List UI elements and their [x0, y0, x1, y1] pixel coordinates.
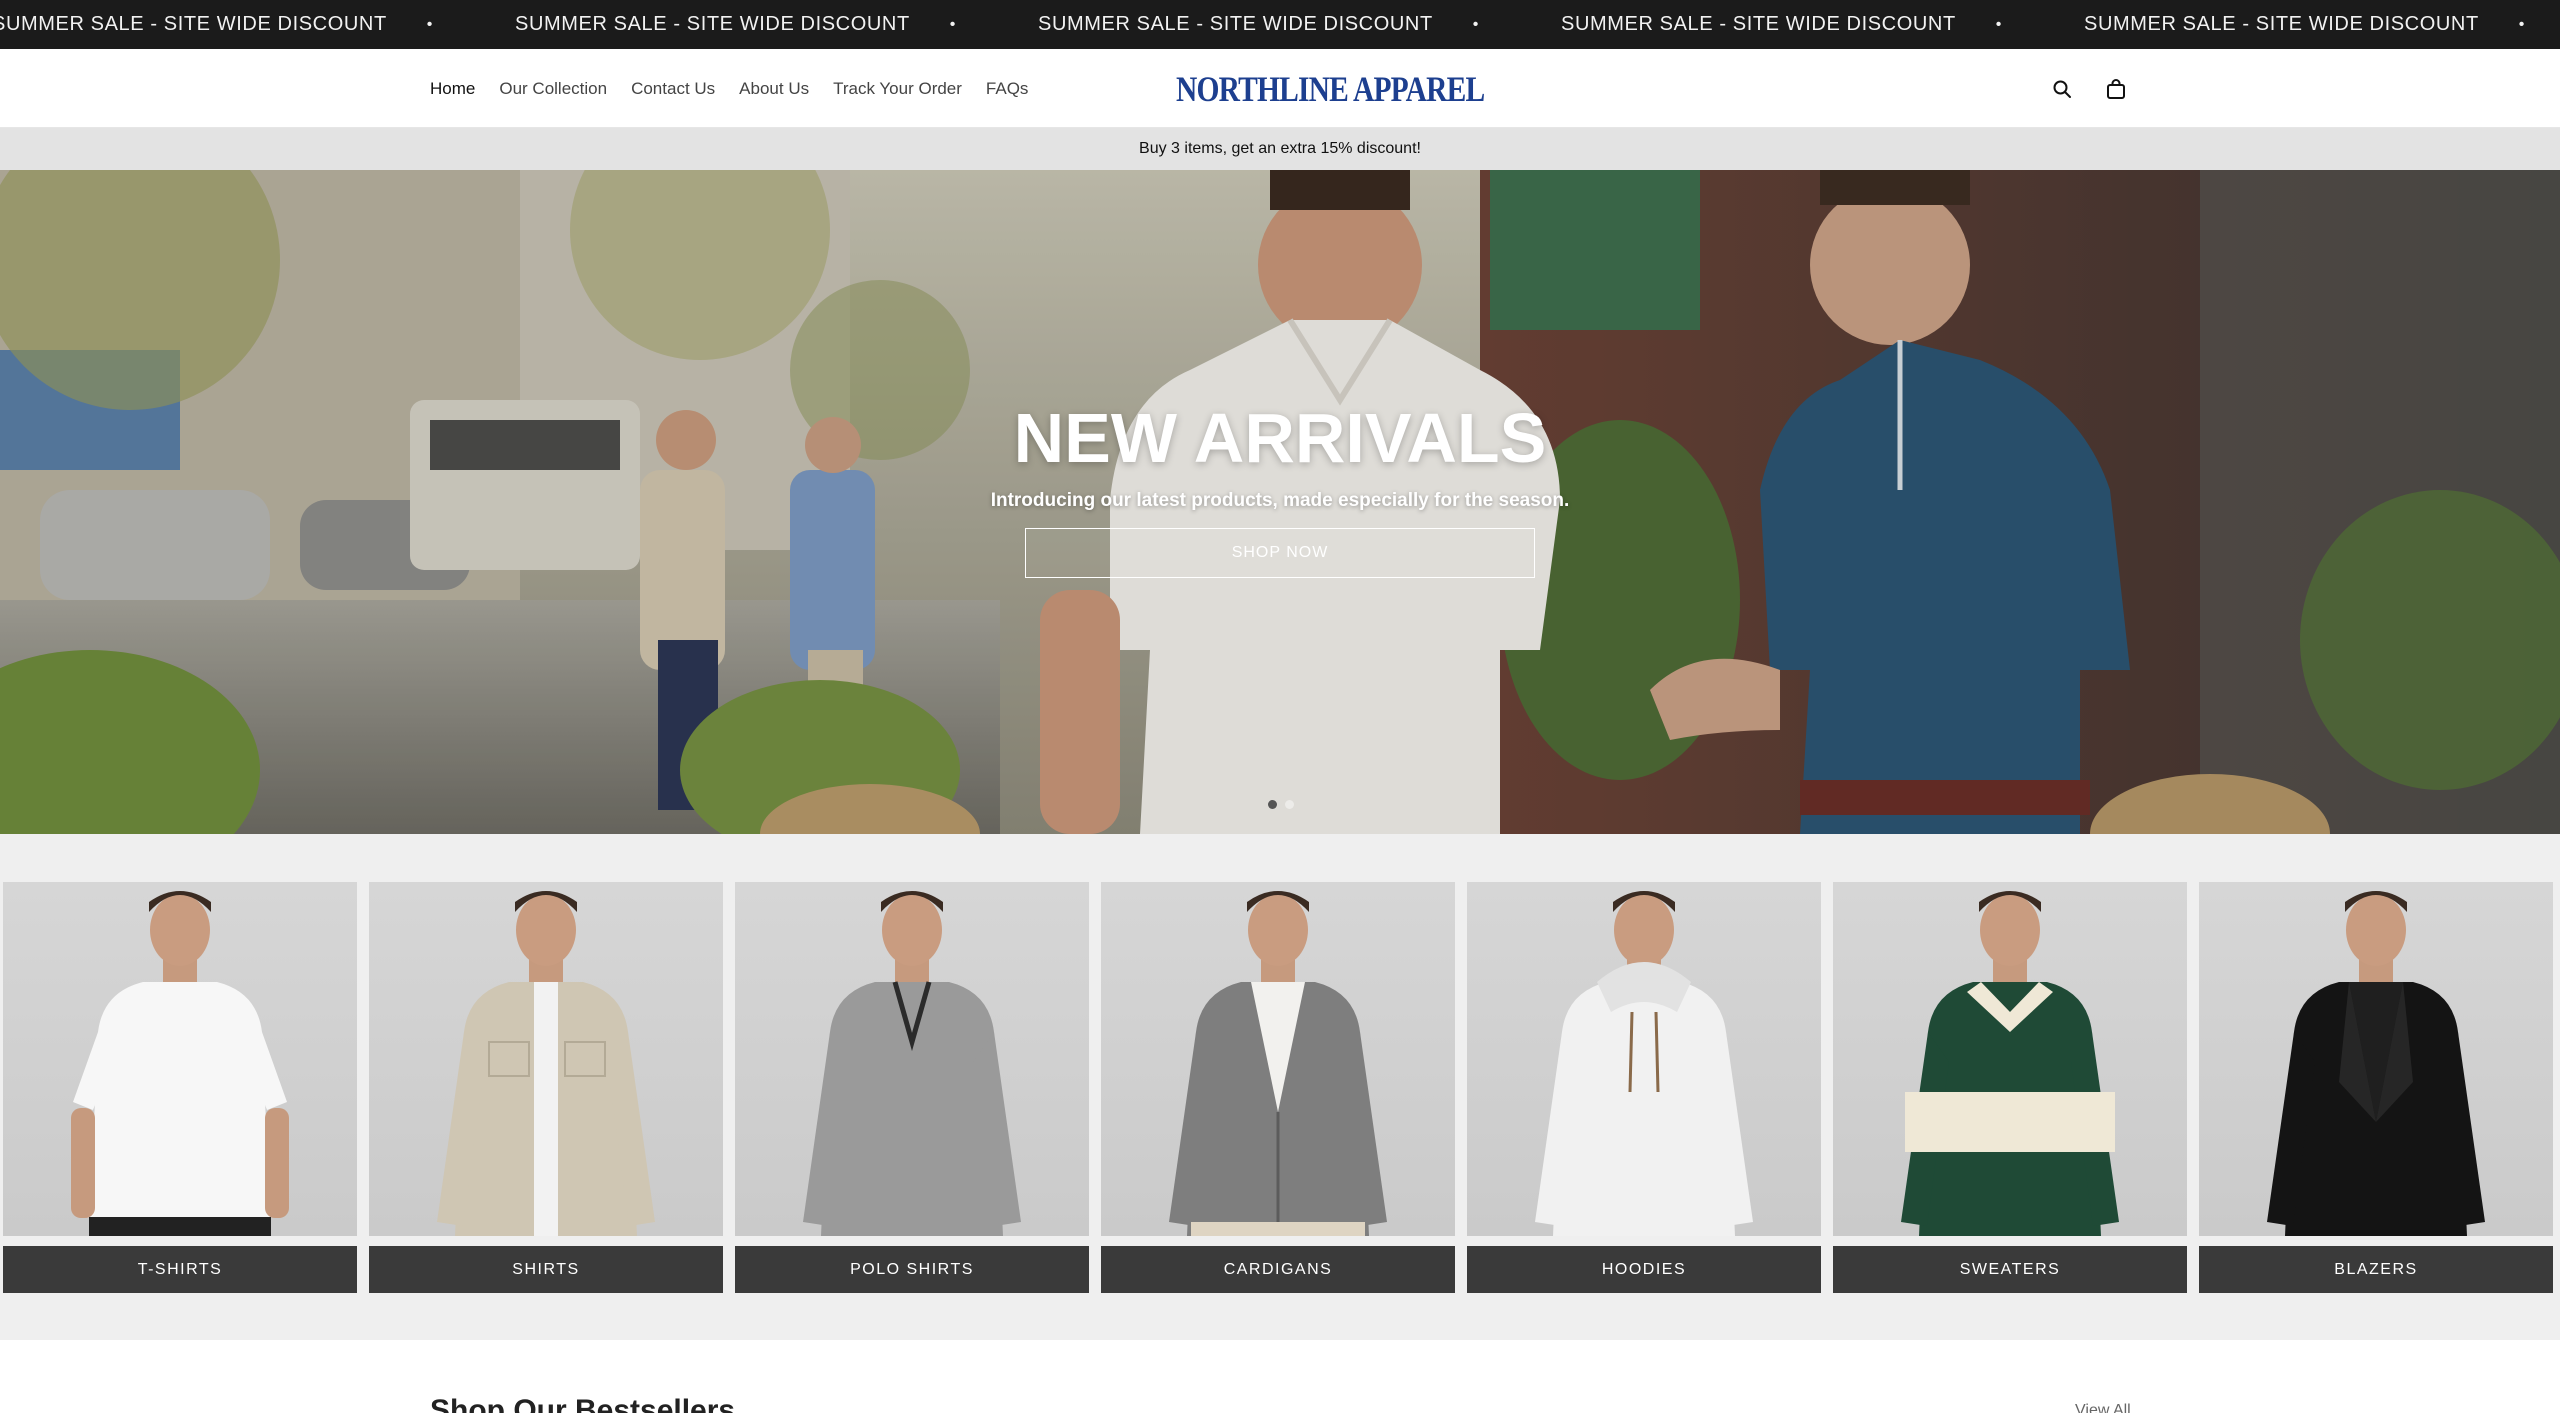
- hero-slide-dot[interactable]: [1268, 800, 1277, 809]
- announcement-separator: •: [2518, 15, 2525, 33]
- category-card-sweaters[interactable]: SWEATERS: [1833, 882, 2187, 1293]
- announcement-text: SUMMER SALE - SITE WIDE DISCOUNT: [1038, 13, 1433, 35]
- nav-link-home[interactable]: Home: [430, 79, 475, 99]
- announcement-text: SUMMER SALE - SITE WIDE DISCOUNT: [515, 13, 910, 35]
- promo-text: Buy 3 items, get an extra 15% discount!: [1139, 140, 1421, 157]
- site-header: Home Our Collection Contact Us About Us Trac…: [0, 49, 2560, 128]
- announcement-separator: •: [1472, 15, 1479, 33]
- nav-link-contact-us[interactable]: Contact Us: [631, 79, 715, 99]
- nav-link-about-us[interactable]: About Us: [739, 79, 809, 99]
- announcement-text: SUMMER SALE - SITE WIDE DISCOUNT: [2084, 13, 2479, 35]
- announcement-item: SUMMER SALE - SITE WIDE DISCOUNT •: [515, 13, 1038, 36]
- bestsellers-section: Shop Our Bestsellers View All: [0, 1340, 2560, 1413]
- category-label[interactable]: POLO SHIRTS: [735, 1246, 1089, 1293]
- category-illustration: [71, 891, 289, 1236]
- announcement-item: SUMMER SALE - SITE WIDE DISCOUNT •: [1561, 13, 2084, 36]
- hero-subtitle: Introducing our latest products, made es…: [990, 490, 1570, 511]
- promo-banner: Buy 3 items, get an extra 15% discount!: [0, 128, 2560, 170]
- hero-slide-dot[interactable]: [1285, 800, 1294, 809]
- category-image[interactable]: [3, 882, 357, 1236]
- category-card-polo-shirts[interactable]: POLO SHIRTS: [735, 882, 1089, 1293]
- announcement-item: SUMMER SALE - SITE WIDE DISCOUNT •: [0, 13, 515, 36]
- category-illustration: [803, 891, 1021, 1236]
- category-illustration: [2267, 891, 2485, 1236]
- hero-title: NEW ARRIVALS: [1013, 399, 1547, 477]
- announcement-item: SUMMER SALE - SITE WIDE DISCOUNT •: [2084, 13, 2560, 36]
- shop-now-button[interactable]: SHOP NOW: [1025, 528, 1535, 578]
- category-label[interactable]: HOODIES: [1467, 1246, 1821, 1293]
- hero-content: NEW ARRIVALS Introducing our latest prod…: [0, 398, 2560, 578]
- category-card-t-shirts[interactable]: T-SHIRTS: [3, 882, 357, 1293]
- announcement-track: SUMMER SALE - SITE WIDE DISCOUNT • SUMMER …: [0, 0, 2560, 49]
- bestsellers-title: Shop Our Bestsellers: [430, 1394, 736, 1413]
- search-icon[interactable]: [2050, 77, 2074, 101]
- header-icons: [2050, 49, 2128, 128]
- announcement-separator: •: [1995, 15, 2002, 33]
- announcement-item: SUMMER SALE - SITE WIDE DISCOUNT •: [1038, 13, 1561, 36]
- category-card-shirts[interactable]: SHIRTS: [369, 882, 723, 1293]
- shopping-bag-icon[interactable]: [2104, 77, 2128, 101]
- category-label[interactable]: SWEATERS: [1833, 1246, 2187, 1293]
- view-all-link[interactable]: View All: [2075, 1402, 2131, 1413]
- category-image[interactable]: [735, 882, 1089, 1236]
- announcement-bar: SUMMER SALE - SITE WIDE DISCOUNT • SUMMER …: [0, 0, 2560, 49]
- category-label[interactable]: CARDIGANS: [1101, 1246, 1455, 1293]
- announcement-text: SUMMER SALE - SITE WIDE DISCOUNT: [0, 13, 387, 35]
- category-image[interactable]: [369, 882, 723, 1236]
- category-section: T-SHIRTS SHIRTS POLO SHIRTS CARDIGANS HOODIE…: [0, 834, 2560, 1340]
- category-image[interactable]: [1101, 882, 1455, 1236]
- category-label[interactable]: BLAZERS: [2199, 1246, 2553, 1293]
- announcement-separator: •: [426, 15, 433, 33]
- store-logo[interactable]: NORTHLINE APPAREL: [1176, 67, 1485, 111]
- category-label[interactable]: SHIRTS: [369, 1246, 723, 1293]
- category-illustration: [437, 891, 655, 1236]
- nav-link-track-your-order[interactable]: Track Your Order: [833, 79, 962, 99]
- category-illustration: [1535, 891, 1753, 1236]
- announcement-text: SUMMER SALE - SITE WIDE DISCOUNT: [1561, 13, 1956, 35]
- announcement-separator: •: [949, 15, 956, 33]
- hero-banner: NEW ARRIVALS Introducing our latest prod…: [0, 170, 2560, 834]
- category-label[interactable]: T-SHIRTS: [3, 1246, 357, 1293]
- nav-link-our-collection[interactable]: Our Collection: [499, 79, 607, 99]
- main-nav: Home Our Collection Contact Us About Us Trac…: [430, 49, 1028, 128]
- category-image[interactable]: [1467, 882, 1821, 1236]
- category-illustration: [1901, 891, 2119, 1236]
- category-grid: T-SHIRTS SHIRTS POLO SHIRTS CARDIGANS HOODIE…: [3, 882, 2553, 1293]
- nav-link-faqs[interactable]: FAQs: [986, 79, 1029, 99]
- category-card-cardigans[interactable]: CARDIGANS: [1101, 882, 1455, 1293]
- category-card-hoodies[interactable]: HOODIES: [1467, 882, 1821, 1293]
- category-card-blazers[interactable]: BLAZERS: [2199, 882, 2553, 1293]
- category-image[interactable]: [2199, 882, 2553, 1236]
- category-image[interactable]: [1833, 882, 2187, 1236]
- hero-slide-dots: [1268, 800, 1294, 809]
- category-illustration: [1169, 891, 1387, 1236]
